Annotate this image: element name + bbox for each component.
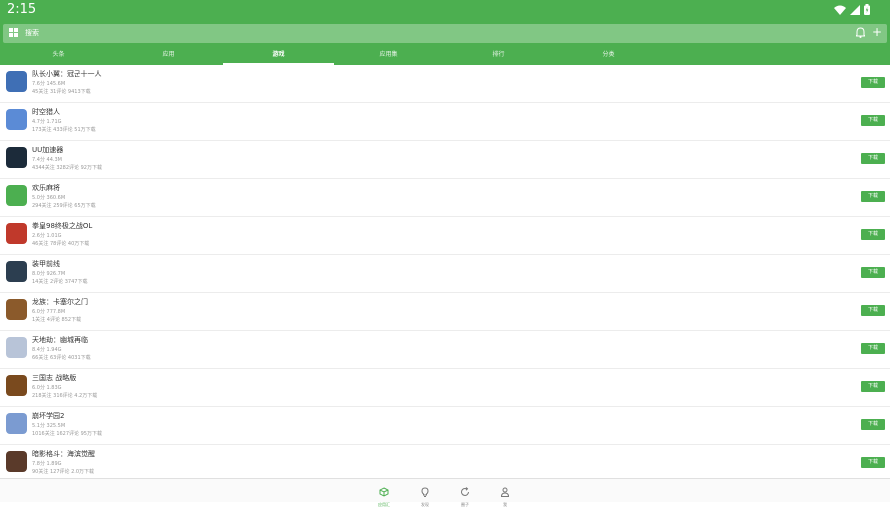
cube-icon: [379, 487, 389, 497]
app-title: UU加速器: [32, 146, 64, 154]
list-item[interactable]: 拳皇98终极之战OL 2.6分 1.01G 46关注 78评论 40万下载 下载: [0, 217, 890, 255]
app-icon[interactable]: [6, 71, 27, 92]
app-rating-size: 8.0分 926.7M: [32, 271, 66, 277]
list-item[interactable]: 三国志 战略版 6.0分 1.83G 218关注 316评论 4.2万下载 下载: [0, 369, 890, 407]
app-stats: 4344关注 3282评论 92万下载: [32, 165, 102, 171]
list-item[interactable]: 天地劫：幽城再临 8.4分 1.94G 66关注 63评论 4031下载 下载: [0, 331, 890, 369]
app-stats: 90关注 127评论 2.0万下载: [32, 469, 95, 475]
list-item[interactable]: 队长小翼：冠군十一人 7.6分 145.6M 45关注 31评论 9413下载 下载: [0, 65, 890, 103]
app-title: 欢乐麻将: [32, 184, 60, 192]
app-icon[interactable]: [6, 451, 27, 472]
app-stats: 294关注 259评论 65万下载: [32, 203, 96, 209]
nav-discover[interactable]: 发现: [415, 482, 435, 508]
app-icon[interactable]: [6, 109, 27, 130]
person-icon: [500, 487, 510, 497]
app-stats: 218关注 316评论 4.2万下载: [32, 393, 98, 399]
download-button[interactable]: 下载: [861, 153, 885, 164]
app-title: 暗影格斗：海滨觉醒: [32, 450, 95, 458]
app-title: 拳皇98终极之战OL: [32, 222, 93, 230]
bulb-icon: [421, 487, 429, 497]
app-title: 龙族：卡塞尔之门: [32, 298, 88, 306]
list-item[interactable]: UU加速器 7.4分 44.3M 4344关注 3282评论 92万下载 下载: [0, 141, 890, 179]
tab-apps[interactable]: 应用: [113, 47, 224, 65]
app-rating-size: 5.0分 360.6M: [32, 195, 66, 201]
app-icon[interactable]: [6, 413, 27, 434]
app-rating-size: 5.1分 325.5M: [32, 423, 66, 429]
tab-headlines[interactable]: 头条: [3, 47, 114, 65]
status-bar: 2:15: [0, 0, 890, 21]
app-rating-size: 8.4分 1.94G: [32, 347, 62, 353]
app-stats: 45关注 31评论 9413下载: [32, 89, 91, 95]
grid-menu-icon[interactable]: [9, 28, 18, 37]
download-button[interactable]: 下载: [861, 419, 885, 430]
app-rating-size: 6.0分 777.8M: [32, 309, 66, 315]
app-title: 装甲前线: [32, 260, 60, 268]
tab-app-collections[interactable]: 应用集: [333, 47, 444, 65]
app-rating-size: 7.6分 145.6M: [32, 81, 66, 87]
app-title: 三国志 战略版: [32, 374, 77, 382]
app-title: 天地劫：幽城再临: [32, 336, 88, 344]
top-app-bar: 搜索 + 头条 应用 游戏 应用集 排行 分类: [0, 21, 890, 65]
nav-circle[interactable]: 圈子: [455, 482, 475, 508]
nav-me[interactable]: 我: [495, 482, 515, 508]
list-item[interactable]: 欢乐麻将 5.0分 360.6M 294关注 259评论 65万下载 下载: [0, 179, 890, 217]
search-input[interactable]: 搜索: [25, 28, 39, 38]
app-icon[interactable]: [6, 375, 27, 396]
signal-icon: [850, 4, 860, 15]
tab-rankings[interactable]: 排行: [443, 47, 554, 65]
list-item[interactable]: 装甲前线 8.0分 926.7M 14关注 2评论 3747下载 下载: [0, 255, 890, 293]
app-stats: 1016关注 1627评论 95万下载: [32, 431, 102, 437]
refresh-icon: [461, 487, 469, 496]
category-tabs: 头条 应用 游戏 应用集 排行 分类: [0, 47, 890, 65]
download-button[interactable]: 下载: [861, 305, 885, 316]
bottom-navigation: 应用汇 发现 圈子 我: [0, 478, 890, 507]
app-icon[interactable]: [6, 261, 27, 282]
download-button[interactable]: 下载: [861, 343, 885, 354]
app-rating-size: 6.0分 1.83G: [32, 385, 62, 391]
nav-label: 发现: [421, 502, 429, 507]
wifi-icon: [834, 5, 846, 15]
app-title: 崩坏学园2: [32, 412, 65, 420]
nav-home[interactable]: 应用汇: [374, 482, 394, 508]
app-rating-size: 2.6分 1.01G: [32, 233, 62, 239]
app-rating-size: 4.7分 1.71G: [32, 119, 62, 125]
tab-games[interactable]: 游戏: [223, 47, 334, 65]
status-icons: [834, 4, 870, 15]
app-stats: 66关注 63评论 4031下载: [32, 355, 91, 361]
app-icon[interactable]: [6, 299, 27, 320]
search-bar[interactable]: 搜索 +: [3, 24, 887, 43]
app-icon[interactable]: [6, 223, 27, 244]
app-icon[interactable]: [6, 147, 27, 168]
app-icon[interactable]: [6, 337, 27, 358]
battery-icon: [864, 4, 870, 15]
download-button[interactable]: 下载: [861, 267, 885, 278]
download-button[interactable]: 下载: [861, 115, 885, 126]
download-button[interactable]: 下载: [861, 457, 885, 468]
download-button[interactable]: 下载: [861, 381, 885, 392]
app-rating-size: 7.4分 44.3M: [32, 157, 62, 163]
app-stats: 173关注 433评论 51万下载: [32, 127, 96, 133]
nav-label: 应用汇: [378, 502, 390, 507]
tab-categories[interactable]: 分类: [553, 47, 664, 65]
app-rating-size: 7.8分 1.89G: [32, 461, 62, 467]
app-icon[interactable]: [6, 185, 27, 206]
nav-label: 我: [503, 502, 507, 507]
list-item[interactable]: 崩坏学园2 5.1分 325.5M 1016关注 1627评论 95万下载 下载: [0, 407, 890, 445]
list-item[interactable]: 龙族：卡塞尔之门 6.0分 777.8M 1关注 4评论 852下载 下载: [0, 293, 890, 331]
app-stats: 14关注 2评论 3747下载: [32, 279, 88, 285]
app-stats: 1关注 4评论 852下载: [32, 317, 82, 323]
nav-label: 圈子: [461, 502, 469, 507]
app-title: 队长小翼：冠군十一人: [32, 70, 102, 78]
download-button[interactable]: 下载: [861, 77, 885, 88]
app-title: 时空猎人: [32, 108, 60, 116]
list-item[interactable]: 暗影格斗：海滨觉醒 7.8分 1.89G 90关注 127评论 2.0万下载 下载: [0, 445, 890, 478]
list-item[interactable]: 时空猎人 4.7分 1.71G 173关注 433评论 51万下载 下载: [0, 103, 890, 141]
status-time: 2:15: [7, 2, 37, 17]
bell-icon[interactable]: [856, 27, 865, 38]
download-button[interactable]: 下载: [861, 191, 885, 202]
app-stats: 46关注 78评论 40万下载: [32, 241, 90, 247]
app-list[interactable]: 队长小翼：冠군十一人 7.6分 145.6M 45关注 31评论 9413下载 下载时…: [0, 65, 890, 478]
add-icon[interactable]: +: [872, 25, 882, 39]
download-button[interactable]: 下载: [861, 229, 885, 240]
